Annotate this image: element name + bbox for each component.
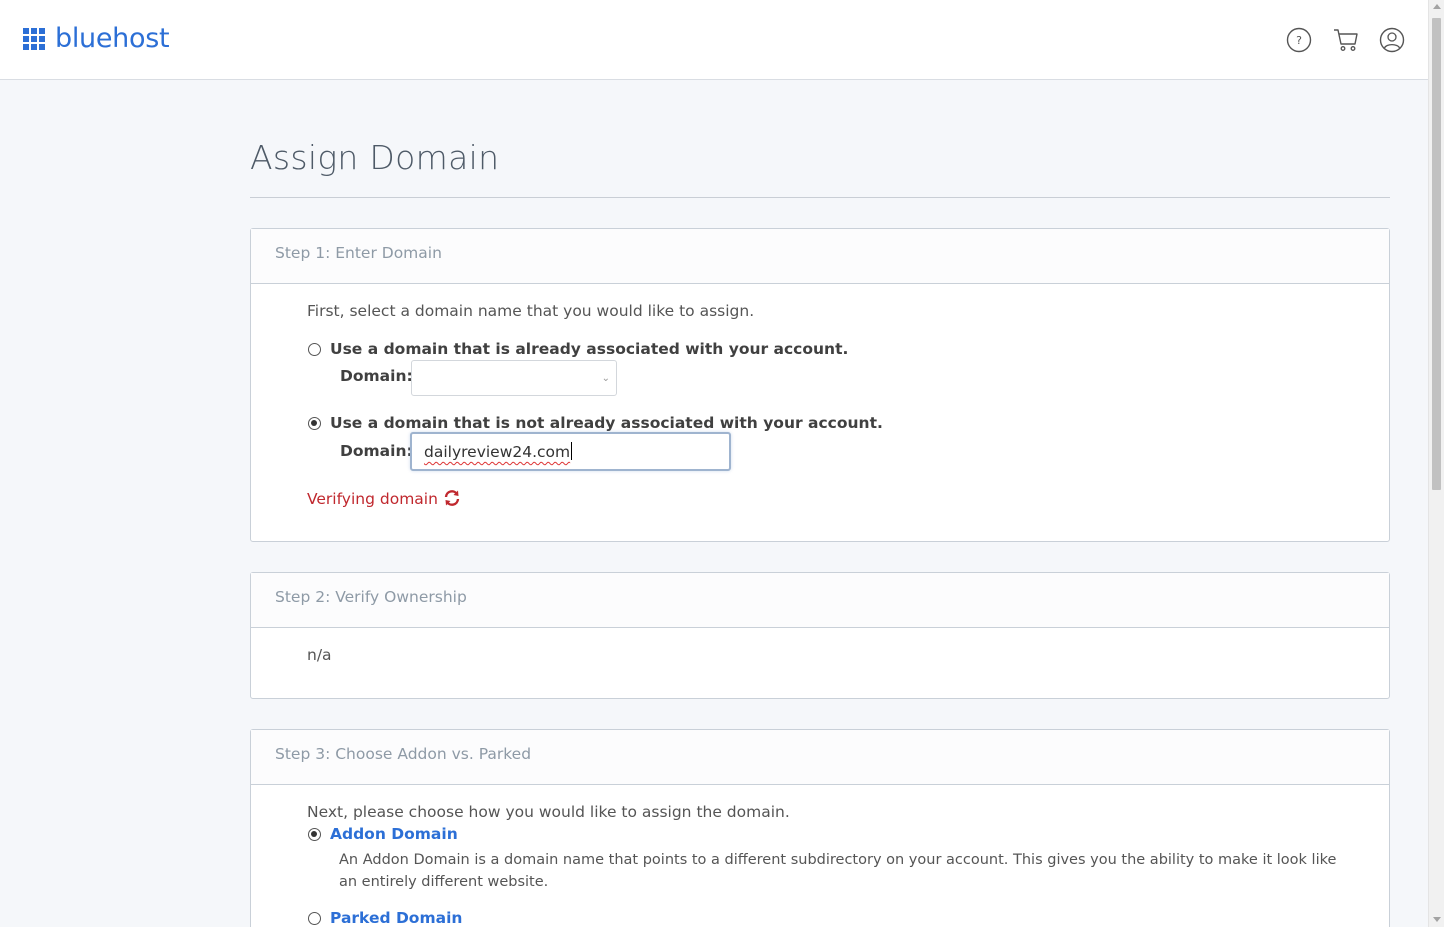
scroll-down-arrow-icon[interactable] [1433, 917, 1441, 922]
addon-domain-link[interactable]: Addon Domain [330, 825, 458, 843]
text-caret [571, 442, 573, 460]
logo-text: bluehost [55, 23, 170, 54]
step3-panel: Step 3: Choose Addon vs. Parked Next, pl… [250, 729, 1390, 927]
refresh-spinner-icon [444, 490, 460, 506]
step3-title: Step 3: Choose Addon vs. Parked [275, 745, 532, 763]
step3-intro: Next, please choose how you would like t… [307, 803, 790, 821]
logo-grid-icon [23, 28, 45, 50]
existing-domain-label: Domain: [340, 367, 413, 385]
new-domain-input[interactable]: dailyreview24.com [410, 432, 731, 471]
verifying-status-text: Verifying domain [307, 490, 438, 508]
step1-title: Step 1: Enter Domain [275, 244, 442, 262]
chevron-down-icon: ⌄ [601, 373, 610, 384]
step1-header: Step 1: Enter Domain [251, 229, 1389, 284]
top-header: bluehost ? [0, 0, 1428, 80]
step2-panel: Step 2: Verify Ownership n/a [250, 572, 1390, 699]
new-domain-radio[interactable] [308, 417, 321, 430]
step1-intro: First, select a domain name that you wou… [307, 302, 755, 320]
addon-domain-description: An Addon Domain is a domain name that po… [339, 852, 1337, 890]
new-domain-option-label[interactable]: Use a domain that is not already associa… [330, 414, 883, 432]
step2-header: Step 2: Verify Ownership [251, 573, 1389, 628]
scrollbar-thumb[interactable] [1432, 18, 1441, 490]
verifying-status: Verifying domain [307, 489, 461, 508]
step1-panel: Step 1: Enter Domain First, select a dom… [250, 228, 1390, 542]
step3-header: Step 3: Choose Addon vs. Parked [251, 730, 1389, 785]
existing-domain-option-label[interactable]: Use a domain that is already associated … [330, 340, 848, 358]
svg-text:?: ? [1296, 34, 1302, 47]
page-scrollbar[interactable] [1428, 0, 1444, 927]
step2-body: n/a [307, 646, 332, 664]
step2-title: Step 2: Verify Ownership [275, 588, 467, 606]
title-divider [250, 197, 1390, 198]
scroll-up-arrow-icon[interactable] [1433, 4, 1441, 9]
existing-domain-radio[interactable] [308, 343, 321, 356]
new-domain-input-value: dailyreview24.com [424, 443, 571, 461]
page-title: Assign Domain [250, 138, 500, 177]
parked-domain-link[interactable]: Parked Domain [330, 909, 462, 927]
addon-domain-radio[interactable] [308, 828, 321, 841]
help-icon[interactable]: ? [1286, 27, 1312, 53]
account-icon[interactable] [1379, 27, 1405, 53]
existing-domain-select[interactable]: ⌄ [411, 360, 617, 396]
parked-domain-radio[interactable] [308, 912, 321, 925]
new-domain-label: Domain: [340, 442, 413, 460]
bluehost-logo[interactable]: bluehost [23, 23, 170, 54]
cart-icon[interactable] [1333, 27, 1359, 53]
